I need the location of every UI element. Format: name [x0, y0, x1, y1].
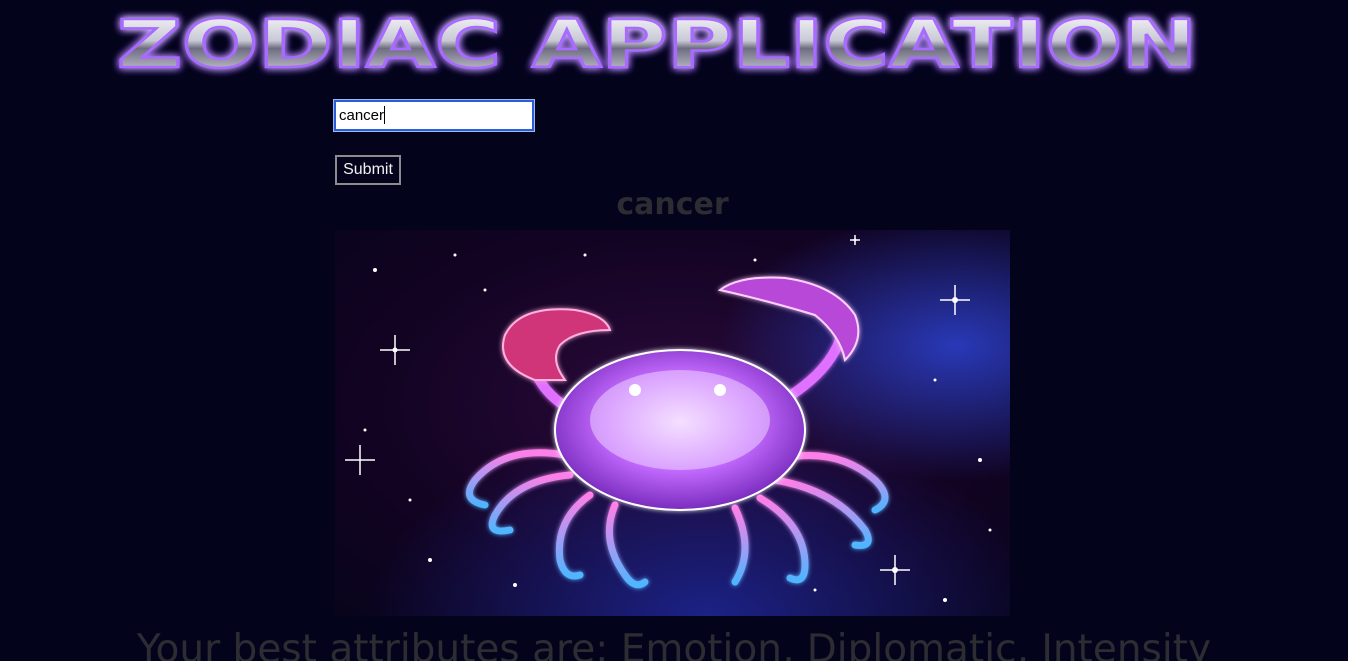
submit-button[interactable]: Submit: [335, 155, 401, 185]
attributes-text: Your best attributes are: Emotion, Diplo…: [136, 627, 1212, 661]
title-logo: ZODIAC APPLICATION: [116, 8, 1199, 80]
zodiac-page: ZODIAC APPLICATION Submit cancer: [0, 0, 1348, 661]
crab-constellation-image: [335, 230, 1010, 616]
text-caret: [384, 106, 385, 124]
zodiac-sign-input[interactable]: [333, 99, 535, 132]
sign-heading: cancer: [616, 187, 729, 222]
app-title-banner: ZODIAC APPLICATION: [110, 8, 1205, 80]
app-title-text: ZODIAC APPLICATION: [117, 8, 1197, 80]
zodiac-sign-image: [335, 230, 1010, 616]
